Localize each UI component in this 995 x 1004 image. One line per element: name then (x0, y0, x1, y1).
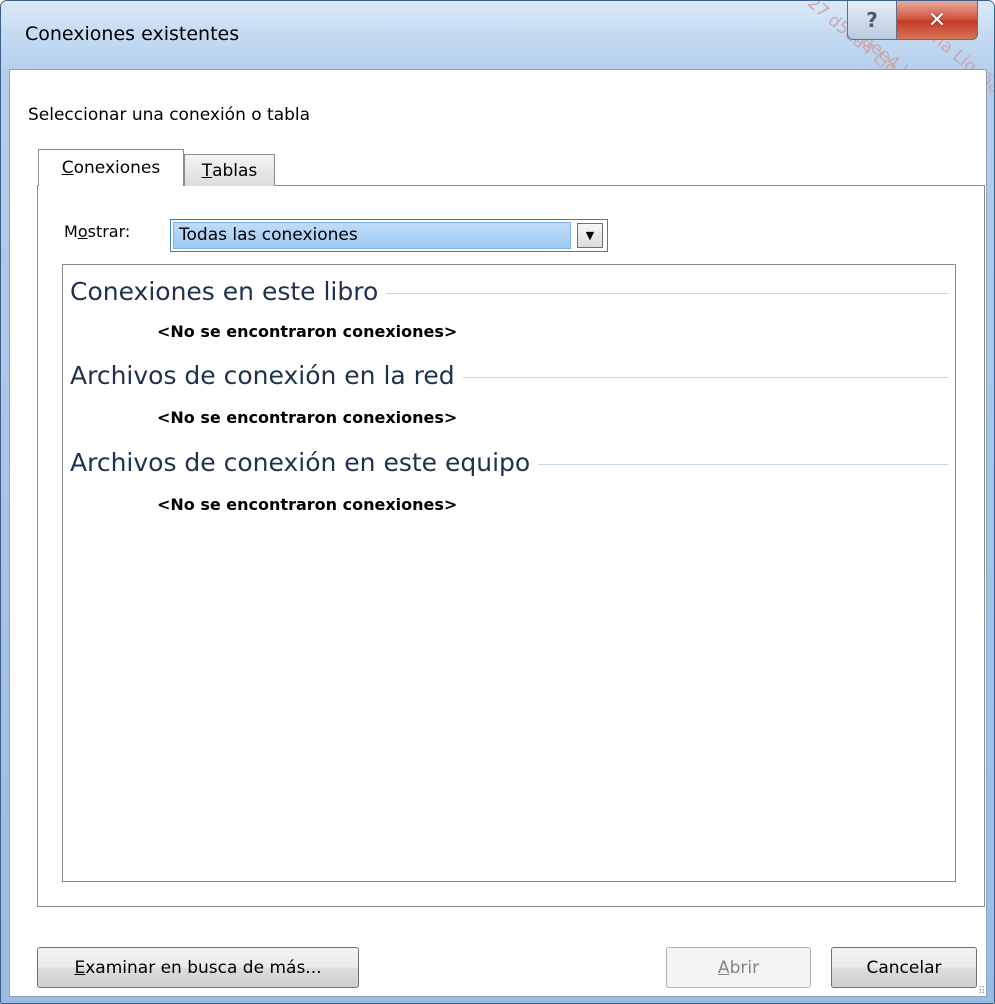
group-divider (462, 377, 948, 378)
show-dropdown[interactable]: Todas las conexiones ▼ (170, 219, 608, 252)
show-label-accel: o (77, 222, 88, 241)
group-title: Conexiones en este libro (70, 277, 379, 306)
connections-list[interactable]: Conexiones en este libro <No se encontra… (62, 264, 956, 882)
group-divider (386, 293, 948, 294)
chevron-down-icon: ▼ (585, 229, 595, 242)
group-header: Archivos de conexión en la red (70, 361, 948, 390)
dialog-subtitle: Seleccionar una conexión o tabla (28, 105, 311, 125)
show-label: Mostrar: (64, 222, 130, 241)
group-header: Conexiones en este libro (70, 277, 948, 306)
title-bar[interactable]: Conexiones existentes 27 d5ea4 Ligoña Jo… (1, 1, 994, 139)
empty-message: <No se encontraron conexiones> (157, 495, 458, 514)
tab-label: onexiones (73, 158, 161, 178)
show-dropdown-value: Todas las conexiones (173, 222, 571, 249)
tab-label: ablas (212, 160, 258, 181)
close-button[interactable]: ✕ (896, 1, 978, 40)
help-button[interactable]: ? (847, 1, 897, 40)
help-icon: ? (866, 8, 878, 32)
group-divider (538, 464, 948, 465)
browse-more-button[interactable]: Examinar en busca de más... (37, 947, 359, 988)
window-title: Conexiones existentes (25, 23, 240, 45)
button-label: brir (729, 957, 760, 978)
button-label: xaminar en busca de más... (85, 957, 322, 978)
tab-accel: C (61, 158, 74, 178)
group-title: Archivos de conexión en este equipo (70, 448, 531, 477)
show-label-post: strar: (87, 222, 131, 241)
tab-tablas[interactable]: Tablas (184, 154, 275, 186)
cancel-button[interactable]: Cancelar (831, 947, 977, 988)
dropdown-arrow-button[interactable]: ▼ (577, 223, 603, 248)
group-header: Archivos de conexión en este equipo (70, 448, 948, 477)
button-accel: E (74, 957, 86, 978)
close-icon: ✕ (927, 7, 947, 33)
open-button[interactable]: Abrir (666, 947, 811, 988)
button-accel: A (717, 957, 730, 978)
tab-accel: T (201, 160, 213, 181)
empty-message: <No se encontraron conexiones> (157, 322, 458, 341)
resize-grip-icon[interactable]: ⠿ (978, 987, 992, 1002)
show-label-pre: M (64, 222, 78, 241)
tab-conexiones[interactable]: Conexiones (38, 149, 184, 186)
group-title: Archivos de conexión en la red (70, 361, 455, 390)
empty-message: <No se encontraron conexiones> (157, 408, 458, 427)
